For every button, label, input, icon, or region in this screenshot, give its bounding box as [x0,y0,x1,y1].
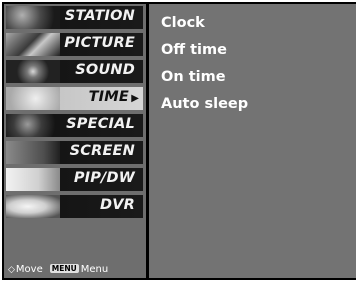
pip-thumbnail-icon [6,168,60,191]
submenu-option-clock[interactable]: Clock [161,15,205,31]
navigation-hint: ◇Move MENU Menu [8,264,108,275]
menu-item-label: TIME [88,89,129,105]
screen-thumbnail-icon [6,141,60,164]
station-thumbnail-icon [6,6,60,29]
menu-item-label: SCREEN [69,143,135,159]
dvr-thumbnail-icon [6,195,60,218]
menu-item-station[interactable]: STATION [6,6,143,29]
menu-item-sound[interactable]: SOUND [6,60,143,83]
move-arrows-icon: ◇ [8,265,15,275]
move-label: Move [15,264,43,275]
picture-thumbnail-icon [6,33,60,56]
menu-item-label: SOUND [75,62,135,78]
osd-frame: STATION PICTURE SOUND TIME ▶ SPECIAL SCR… [2,2,356,280]
menu-item-special[interactable]: SPECIAL [6,114,143,137]
menu-item-label: DVR [99,197,135,213]
submenu-option-auto-sleep[interactable]: Auto sleep [161,96,248,112]
sound-thumbnail-icon [6,60,60,83]
submenu-option-on-time[interactable]: On time [161,69,226,85]
menu-item-dvr[interactable]: DVR [6,195,143,218]
menu-label: Menu [80,264,109,275]
menu-item-time[interactable]: TIME ▶ [6,87,143,110]
menu-key-icon: MENU [49,264,79,273]
menu-item-label: SPECIAL [66,116,135,132]
main-menu-sidebar: STATION PICTURE SOUND TIME ▶ SPECIAL SCR… [4,4,146,278]
submenu-option-off-time[interactable]: Off time [161,42,227,58]
special-thumbnail-icon [6,114,60,137]
menu-item-label: PIP/DW [73,170,135,186]
menu-item-label: PICTURE [64,35,135,51]
menu-item-screen[interactable]: SCREEN [6,141,143,164]
time-thumbnail-icon [6,87,60,110]
menu-item-picture[interactable]: PICTURE [6,33,143,56]
menu-item-label: STATION [64,8,135,24]
menu-item-pip-dw[interactable]: PIP/DW [6,168,143,191]
time-submenu-panel: Clock Off time On time Auto sleep [149,4,356,278]
selected-arrow-icon: ▶ [131,93,139,104]
